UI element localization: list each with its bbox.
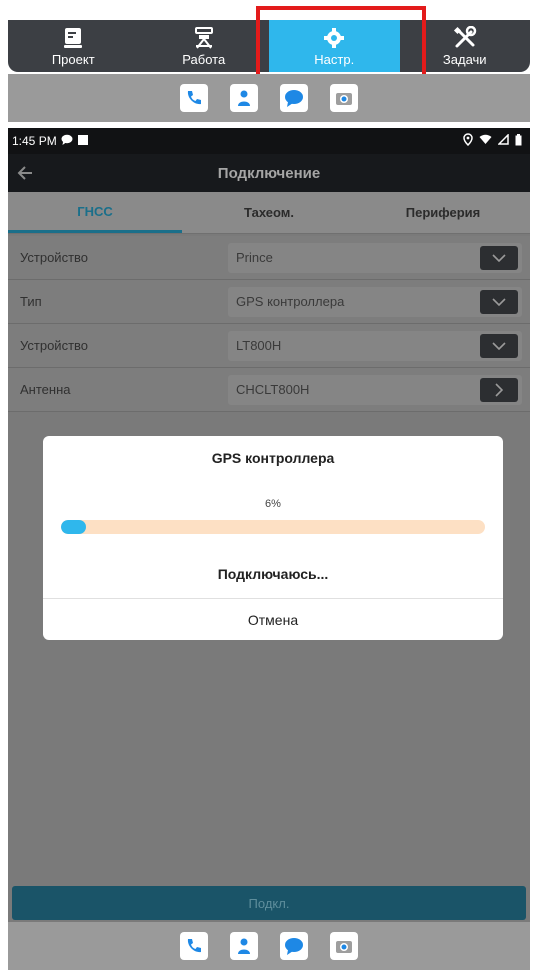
battery-icon <box>515 133 522 149</box>
progress-bar-fill <box>61 520 87 534</box>
chevron-down-icon[interactable] <box>480 289 518 314</box>
setting-value: CHCLT800H <box>236 382 310 397</box>
tab-survey[interactable]: Работа <box>139 20 270 72</box>
gear-icon <box>321 26 347 50</box>
progress-percent: 6% <box>265 498 281 510</box>
notification-square-icon <box>77 134 89 149</box>
app-bar: Подключение <box>8 154 530 192</box>
signal-icon <box>497 133 509 148</box>
dialog-title: GPS контроллера <box>211 450 335 466</box>
setting-row-antenna: Антенна CHCLT800H <box>8 368 530 412</box>
status-bar: 1:45 PM <box>8 128 530 154</box>
cancel-button[interactable]: Отмена <box>43 599 503 640</box>
setting-value: GPS контроллера <box>236 294 345 309</box>
phone-icon[interactable] <box>180 84 208 112</box>
tab-settings[interactable]: Настр. <box>269 20 400 72</box>
setting-value: Prince <box>236 250 273 265</box>
connect-button[interactable]: Подкл. <box>12 886 526 920</box>
contacts-icon[interactable] <box>230 932 258 960</box>
setting-label: Устройство <box>20 338 89 353</box>
setting-label: Антенна <box>20 382 71 397</box>
tab-peripherals[interactable]: Периферия <box>356 192 530 233</box>
status-time: 1:45 PM <box>12 134 57 148</box>
location-icon <box>463 133 473 149</box>
dock-bottom <box>8 922 530 970</box>
connection-tabs: ГНСС Тахеом. Периферия <box>8 192 530 234</box>
setting-row-type: Тип GPS контроллера <box>8 280 530 324</box>
setting-row-manufacturer: Устройство Prince <box>8 236 530 280</box>
tab-project-label: Проект <box>51 51 95 67</box>
tab-project[interactable]: Проект <box>8 20 139 72</box>
tools-icon <box>452 25 478 50</box>
tab-settings-label: Настр. <box>314 51 355 67</box>
dock-top <box>8 74 530 122</box>
setting-label: Устройство <box>20 250 89 265</box>
chevron-down-icon[interactable] <box>480 333 518 358</box>
progress-bar <box>61 520 485 534</box>
connecting-dialog: GPS контроллера 6% Подключаюсь... Отмена <box>43 436 503 640</box>
tab-tasks[interactable]: Задачи <box>400 20 531 72</box>
dialog-status: Подключаюсь... <box>217 566 329 582</box>
messages-icon[interactable] <box>280 84 308 112</box>
type-select[interactable]: GPS контроллера <box>228 286 522 317</box>
messages-icon[interactable] <box>280 932 308 960</box>
setting-row-device: Устройство LT800H <box>8 324 530 368</box>
tab-survey-label: Работа <box>182 51 226 67</box>
camera-icon[interactable] <box>330 84 358 112</box>
chevron-right-icon[interactable] <box>480 377 518 402</box>
contacts-icon[interactable] <box>230 84 258 112</box>
back-arrow-icon[interactable] <box>8 166 42 180</box>
tab-total-station[interactable]: Тахеом. <box>182 192 356 233</box>
survey-icon <box>191 26 217 50</box>
setting-value: LT800H <box>236 338 282 353</box>
device-select[interactable]: LT800H <box>228 330 522 361</box>
page-title: Подключение <box>217 164 321 182</box>
wifi-icon <box>479 134 492 148</box>
project-icon <box>60 26 86 50</box>
tab-tasks-label: Задачи <box>442 51 487 67</box>
tab-gnss[interactable]: ГНСС <box>8 192 182 233</box>
settings-list: Устройство Prince Тип GPS контроллера Ус… <box>8 236 530 412</box>
camera-icon[interactable] <box>330 932 358 960</box>
manufacturer-select[interactable]: Prince <box>228 242 522 273</box>
antenna-select[interactable]: CHCLT800H <box>228 374 522 405</box>
chevron-down-icon[interactable] <box>480 245 518 270</box>
main-tab-bar: Проект Работа Настр. Задачи <box>8 20 530 72</box>
chat-notification-icon <box>61 134 73 148</box>
phone-icon[interactable] <box>180 932 208 960</box>
setting-label: Тип <box>20 294 42 309</box>
